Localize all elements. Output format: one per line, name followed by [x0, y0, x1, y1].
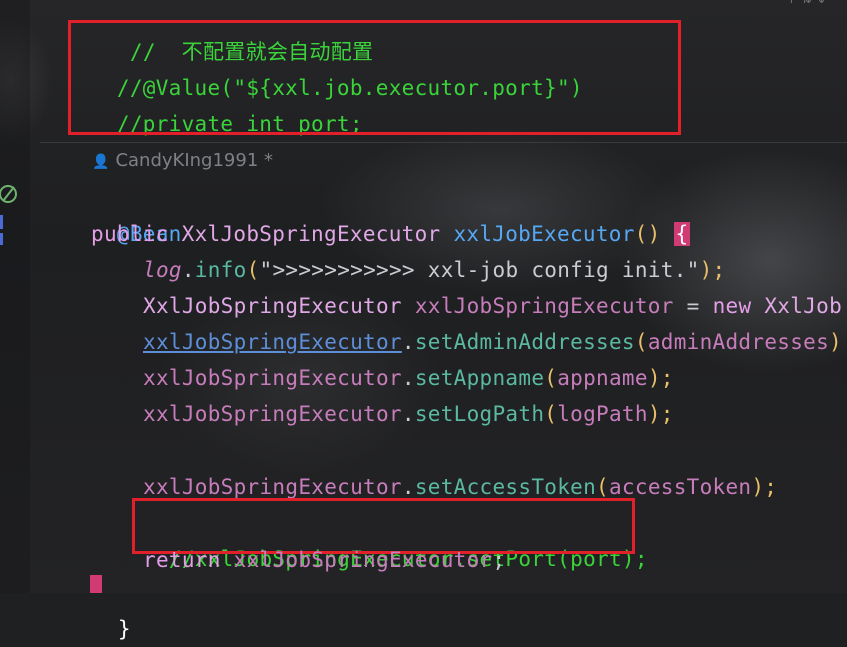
code-line-method-signature: public XxlJobSpringExecutor xxlJobExecut… [91, 222, 691, 246]
code-author-hint[interactable]: 👤 CandyKIng1991 * [92, 148, 273, 174]
code-line-return: return xxlJobSpringExecutor; [143, 548, 506, 572]
gutter-change-marker [0, 233, 3, 245]
bean-gutter-icon[interactable] [0, 181, 20, 207]
code-line-log-info: log.info(">>>>>>>>>>> xxl-job config ini… [143, 258, 726, 282]
code-line-declaration: XxlJobSpringExecutor xxlJobSpringExecuto… [143, 294, 843, 318]
gutter-change-marker [0, 215, 3, 229]
method-separator [40, 142, 847, 143]
code-line-set-logpath: xxlJobSpringExecutor.setLogPath(logPath)… [143, 402, 674, 426]
code-line-set-admin: xxlJobSpringExecutor.setAdminAddresses(a… [143, 330, 842, 354]
highlight-box-port-field [68, 20, 681, 135]
editor-gutter [0, 0, 30, 593]
person-icon: 👤 [92, 154, 110, 170]
code-line-set-appname: xxlJobSpringExecutor.setAppname(appname)… [143, 366, 674, 390]
variable-link[interactable]: xxlJobSpringExecutor [143, 330, 402, 354]
code-line-bean-annotation: @Bean [116, 222, 182, 246]
brace-match-highlight: { [673, 222, 691, 246]
editor-top-toolbar[interactable]: ↑ ⇅ ↓ [786, 0, 827, 7]
code-line-closing-brace: } [117, 617, 131, 641]
